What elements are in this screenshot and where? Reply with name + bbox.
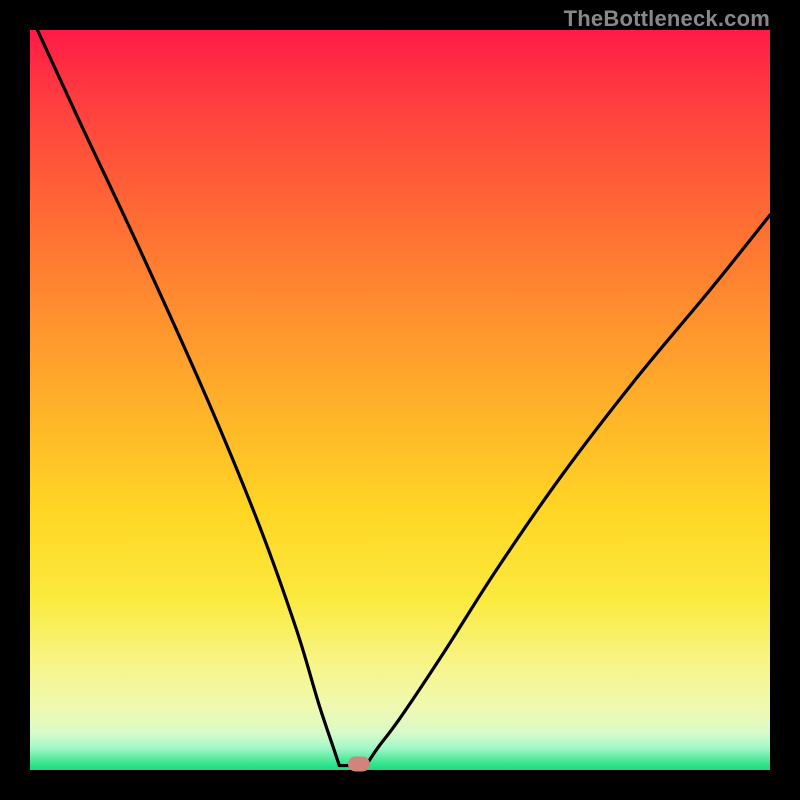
optimal-point-marker <box>348 757 370 772</box>
bottleneck-curve <box>30 30 770 770</box>
attribution-watermark: TheBottleneck.com <box>564 6 770 32</box>
plot-area <box>30 30 770 770</box>
chart-frame: TheBottleneck.com <box>0 0 800 800</box>
